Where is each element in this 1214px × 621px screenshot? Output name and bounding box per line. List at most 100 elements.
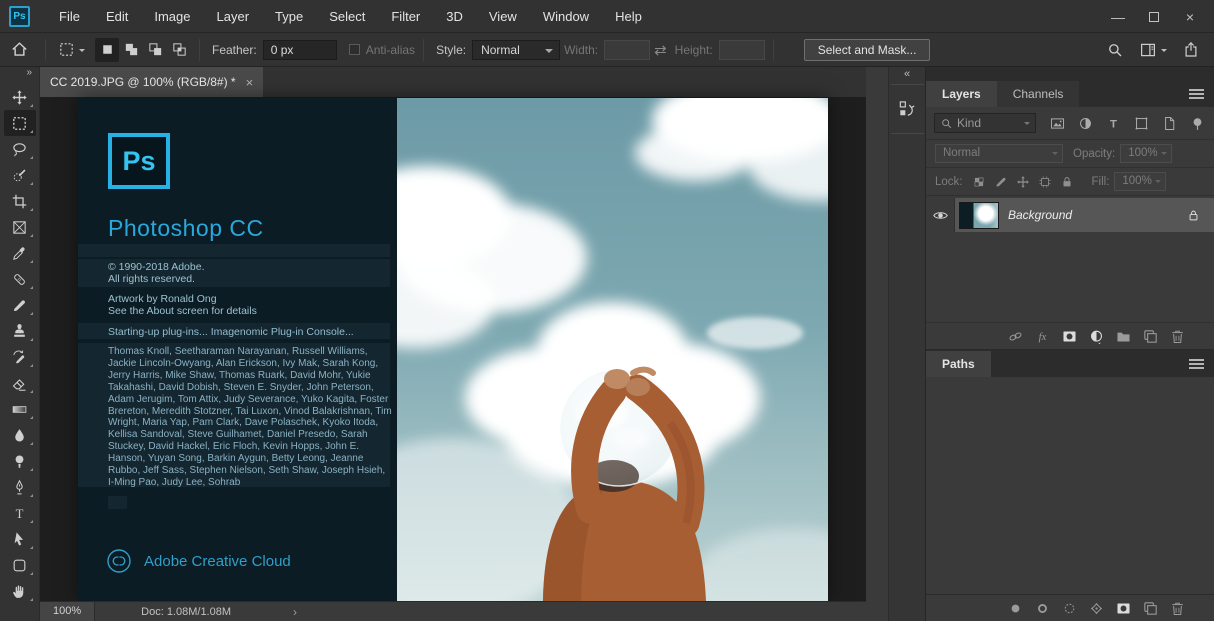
height-input[interactable] xyxy=(719,40,765,60)
layer-thumbnail[interactable] xyxy=(959,202,999,229)
clone-stamp-tool[interactable] xyxy=(4,318,36,344)
menu-window[interactable]: Window xyxy=(530,0,602,33)
menu-view[interactable]: View xyxy=(476,0,530,33)
f-pin-icon[interactable] xyxy=(1189,115,1206,132)
minimize-button[interactable]: — xyxy=(1100,5,1136,29)
trash-icon[interactable] xyxy=(1169,328,1186,345)
panel-menu-icon[interactable] xyxy=(1189,359,1204,361)
panel-menu-icon[interactable] xyxy=(1189,89,1204,91)
lk-brush-icon[interactable] xyxy=(994,175,1008,189)
mask-icon[interactable] xyxy=(1061,328,1078,345)
brush-tool[interactable] xyxy=(4,292,36,318)
pen-tool[interactable] xyxy=(4,474,36,500)
lasso-tool[interactable] xyxy=(4,136,36,162)
mode-add-icon[interactable] xyxy=(119,38,143,62)
target-icon[interactable] xyxy=(1088,600,1105,617)
lk-move-icon[interactable] xyxy=(1016,175,1030,189)
width-input[interactable] xyxy=(604,40,650,60)
path-selection-tool[interactable] xyxy=(4,526,36,552)
f-shape-icon[interactable] xyxy=(1133,115,1150,132)
status-chevron-icon[interactable]: › xyxy=(293,605,297,619)
maximize-button[interactable] xyxy=(1136,5,1172,29)
close-button[interactable]: × xyxy=(1172,5,1208,29)
collapse-panels-icon[interactable]: « xyxy=(889,67,925,82)
zoom-level-field[interactable]: 100% xyxy=(40,602,95,621)
f-adjust-icon[interactable] xyxy=(1077,115,1094,132)
eraser-tool[interactable] xyxy=(4,370,36,396)
trash-icon[interactable] xyxy=(1169,600,1186,617)
spot-healing-brush-tool[interactable] xyxy=(4,266,36,292)
new-layer-icon[interactable] xyxy=(1142,600,1159,617)
history-panel-icon[interactable] xyxy=(891,84,924,134)
blur-tool[interactable] xyxy=(4,422,36,448)
crop-tool[interactable] xyxy=(4,188,36,214)
f-type-icon[interactable]: T xyxy=(1105,115,1122,132)
folder-icon[interactable] xyxy=(1115,328,1132,345)
rectangle-tool[interactable] xyxy=(4,552,36,578)
mode-sub-icon[interactable] xyxy=(143,38,167,62)
collapsed-panel-dock: « xyxy=(866,67,925,621)
toolbar-expand-icon[interactable]: » xyxy=(0,67,39,80)
mask-icon[interactable] xyxy=(1115,600,1132,617)
fill-input[interactable]: 100% xyxy=(1114,172,1166,191)
menu-select[interactable]: Select xyxy=(316,0,378,33)
history-brush-tool[interactable] xyxy=(4,344,36,370)
share-icon[interactable] xyxy=(1182,41,1200,59)
blend-mode-select[interactable]: Normal xyxy=(935,144,1063,163)
menu-filter[interactable]: Filter xyxy=(378,0,433,33)
lk-lock-icon[interactable] xyxy=(1060,175,1074,189)
f-image-icon[interactable] xyxy=(1049,115,1066,132)
workspace-switcher-icon[interactable] xyxy=(1139,41,1167,59)
search-icon xyxy=(940,117,953,130)
layer-filter-select[interactable]: Kind xyxy=(934,113,1036,133)
lk-board-icon[interactable] xyxy=(1038,175,1052,189)
feather-input[interactable]: 0 px xyxy=(263,40,337,60)
lk-checker-icon[interactable] xyxy=(972,175,986,189)
layer-filter-icons: T xyxy=(1049,115,1206,132)
tab-close-icon[interactable]: × xyxy=(246,75,254,90)
search-icon[interactable] xyxy=(1106,41,1124,59)
mode-new-icon[interactable] xyxy=(95,38,119,62)
dodge-tool[interactable] xyxy=(4,448,36,474)
menu-edit[interactable]: Edit xyxy=(93,0,141,33)
link-icon[interactable] xyxy=(1007,328,1024,345)
layer-visibility-eye-icon[interactable] xyxy=(926,198,955,232)
menu-type[interactable]: Type xyxy=(262,0,316,33)
tab-channels[interactable]: Channels xyxy=(997,81,1080,107)
frame-tool[interactable] xyxy=(4,214,36,240)
opacity-input[interactable]: 100% xyxy=(1120,144,1172,163)
new-layer-icon[interactable] xyxy=(1142,328,1159,345)
tab-layers[interactable]: Layers xyxy=(926,81,997,107)
checkbox-icon[interactable] xyxy=(349,44,360,55)
tab-paths[interactable]: Paths xyxy=(926,351,991,377)
blend-mode-value: Normal xyxy=(943,147,980,159)
menu-help[interactable]: Help xyxy=(602,0,655,33)
rectangular-marquee-tool[interactable] xyxy=(4,110,36,136)
tool-preset-picker[interactable] xyxy=(54,39,89,60)
fx-icon[interactable]: fx xyxy=(1034,328,1051,345)
layer-row[interactable]: Background xyxy=(926,198,1214,232)
document-tab[interactable]: CC 2019.JPG @ 100% (RGB/8#) * × xyxy=(40,67,263,97)
quick-selection-tool[interactable] xyxy=(4,162,36,188)
divider xyxy=(773,39,774,61)
dot-icon[interactable] xyxy=(1007,600,1024,617)
gradient-tool[interactable] xyxy=(4,396,36,422)
type-tool[interactable]: T xyxy=(4,500,36,526)
hand-tool[interactable] xyxy=(4,578,36,604)
menu-image[interactable]: Image xyxy=(141,0,203,33)
menu-3d[interactable]: 3D xyxy=(433,0,476,33)
style-select[interactable]: Normal xyxy=(472,40,560,60)
home-icon[interactable] xyxy=(10,40,29,59)
f-file-icon[interactable] xyxy=(1161,115,1178,132)
mode-int-icon[interactable] xyxy=(167,38,191,62)
status-bar: 100% Doc: 1.08M/1.08M › xyxy=(40,601,866,621)
eyedropper-tool[interactable] xyxy=(4,240,36,266)
select-and-mask-button[interactable]: Select and Mask... xyxy=(804,39,931,61)
ring-icon[interactable] xyxy=(1034,600,1051,617)
menu-file[interactable]: File xyxy=(46,0,93,33)
swap-dimensions-icon[interactable]: ⇄ xyxy=(654,41,667,59)
adjust-icon[interactable] xyxy=(1088,328,1105,345)
move-tool[interactable] xyxy=(4,84,36,110)
dash-circle-icon[interactable] xyxy=(1061,600,1078,617)
menu-layer[interactable]: Layer xyxy=(204,0,263,33)
